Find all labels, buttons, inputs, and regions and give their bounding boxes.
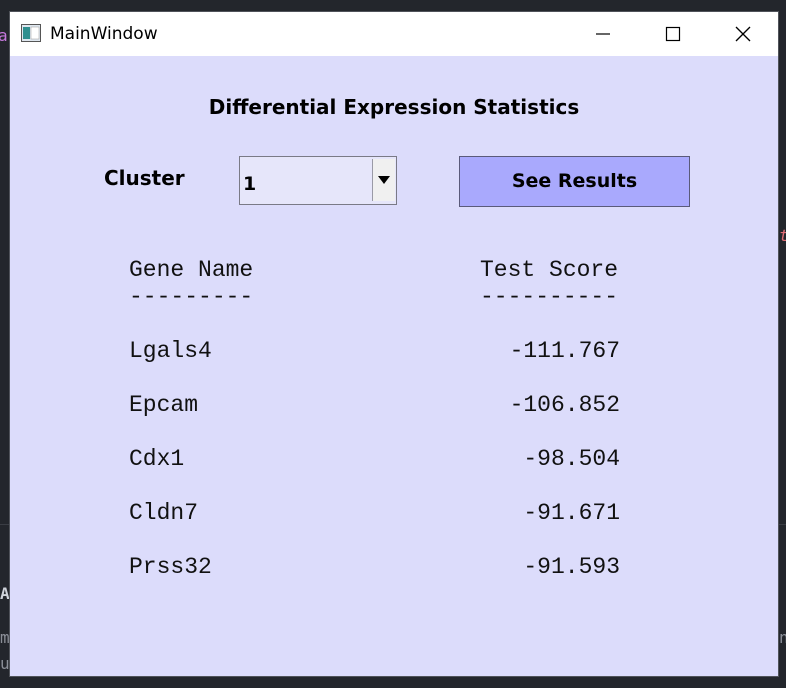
gene-name-cell: Cdx1 (129, 446, 185, 472)
test-score-cell: -91.671 (523, 500, 620, 526)
title-bar[interactable]: MainWindow (10, 12, 778, 56)
close-button[interactable] (708, 12, 778, 56)
dropdown-arrow-button[interactable] (372, 159, 395, 201)
minimize-icon (596, 33, 610, 35)
column-header-test-score: Test Score (480, 257, 619, 283)
background-code-fragment: n (779, 628, 786, 647)
window-title: MainWindow (50, 24, 158, 44)
app-window-icon (21, 24, 41, 42)
background-code-fragment: t (779, 226, 786, 245)
column-header-gene-name: Gene Name (129, 257, 254, 283)
background-code-fragment: u (0, 654, 10, 673)
main-window: MainWindow Differential Expression Stati… (10, 12, 778, 676)
header-underline-gene: --------- (129, 284, 254, 310)
gene-name-cell: Epcam (129, 392, 199, 418)
gene-name-cell: Cldn7 (129, 500, 199, 526)
maximize-button[interactable] (638, 12, 708, 56)
maximize-icon (665, 26, 681, 42)
background-code-fragment: m (0, 628, 10, 647)
see-results-button[interactable]: See Results (459, 156, 690, 207)
test-score-cell: -98.504 (523, 446, 620, 472)
cluster-label: Cluster (104, 166, 185, 190)
close-icon (735, 26, 751, 42)
cluster-selected-value: 1 (243, 173, 257, 195)
chevron-down-icon (378, 176, 390, 184)
test-score-cell: -106.852 (509, 392, 620, 418)
header-underline-score: ---------- (480, 284, 619, 310)
cluster-dropdown[interactable]: 1 (239, 156, 397, 205)
test-score-cell: -111.767 (509, 338, 620, 364)
gene-name-cell: Lgals4 (129, 338, 212, 364)
gene-name-cell: Prss32 (129, 554, 212, 580)
minimize-button[interactable] (568, 12, 638, 56)
page-title: Differential Expression Statistics (208, 95, 580, 119)
background-code-fragment: A (0, 584, 10, 603)
test-score-cell: -91.593 (523, 554, 620, 580)
